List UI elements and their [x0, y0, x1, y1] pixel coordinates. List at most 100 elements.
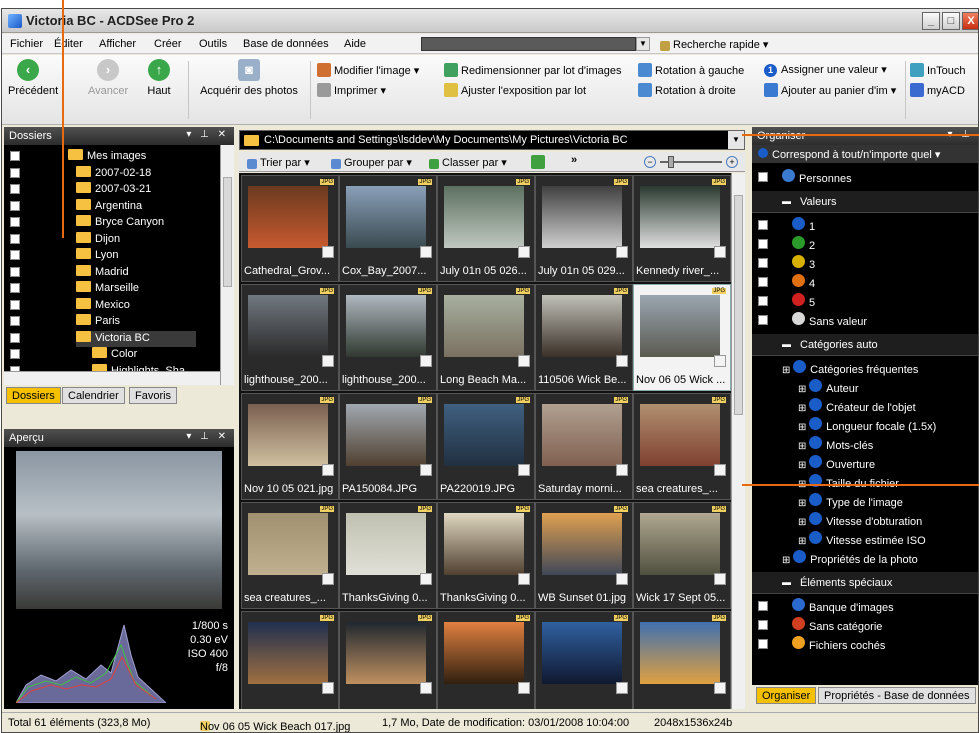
thumbnail-checkbox[interactable] [518, 246, 530, 258]
folder-checkbox[interactable] [10, 233, 20, 244]
close-button[interactable]: X [962, 12, 978, 30]
auto-category-item[interactable]: ⊞ Vitesse d'obturation [798, 512, 922, 530]
thumbnail-checkbox[interactable] [616, 573, 628, 585]
thumbnail[interactable]: JPG [437, 611, 535, 709]
auto-category-item[interactable]: ⊞ Taille du fichier [798, 474, 899, 492]
thumbnail[interactable]: JPG Cathedral_Grov... [241, 175, 339, 282]
folder-item[interactable]: 2007-03-21 [76, 182, 151, 198]
thumbnail[interactable]: JPG PA150084.JPG [339, 393, 437, 500]
people-item[interactable]: Personnes [782, 169, 852, 187]
frequent-categories[interactable]: ⊞ Catégories fréquentes [782, 360, 918, 378]
folder-checkbox[interactable] [10, 250, 20, 260]
folder-checkbox[interactable] [10, 167, 20, 178]
adjust-exposure-button[interactable]: Ajuster l'exposition par lot [444, 83, 586, 97]
folder-checkbox[interactable] [10, 266, 20, 277]
title-bar[interactable]: Victoria BC - ACDSee Pro 2 _ □ X [2, 9, 978, 33]
organize-checkbox[interactable] [758, 172, 768, 182]
thumbnail[interactable]: JPG 110506 Wick Be... [535, 284, 633, 391]
folder-checkbox[interactable] [10, 283, 20, 293]
classify-button[interactable]: Classer par ▾ [429, 156, 507, 169]
add-basket-button[interactable]: Ajouter au panier d'im ▾ [764, 83, 896, 97]
search-field[interactable] [421, 37, 636, 51]
rotate-left-button[interactable]: Rotation à gauche [638, 63, 744, 77]
thumbnail[interactable]: JPG sea creatures_... [241, 502, 339, 609]
thumbnail-checkbox[interactable] [714, 464, 726, 476]
thumbnail[interactable]: JPG [633, 611, 731, 709]
thumbnail-checkbox[interactable] [518, 464, 530, 476]
menu-fichier[interactable]: Fichier [10, 38, 43, 50]
rating-item[interactable]: 1 [792, 217, 815, 235]
rotate-right-button[interactable]: Rotation à droite [638, 83, 736, 97]
thumbnail[interactable]: JPG Cox_Bay_2007... [339, 175, 437, 282]
thumbnail[interactable]: JPG Wick 17 Sept 05... [633, 502, 731, 609]
folder-checkbox[interactable] [10, 316, 20, 326]
scroll-thumb[interactable] [223, 177, 232, 287]
up-button[interactable]: ↑ Haut [144, 59, 174, 97]
organize-checkbox[interactable] [758, 620, 768, 630]
match-filter[interactable]: Correspond à tout/n'importe quel ▾ [752, 145, 978, 163]
folder-checkbox[interactable] [10, 151, 20, 161]
thumbnail-checkbox[interactable] [616, 355, 628, 367]
rating-item[interactable]: 4 [792, 274, 815, 292]
expand-icon[interactable]: ⊞ [798, 460, 809, 471]
thumbnail-checkbox[interactable] [714, 682, 726, 694]
thumbnail-checkbox[interactable] [616, 464, 628, 476]
thumbnail-checkbox[interactable] [420, 464, 432, 476]
thumbnail-checkbox[interactable] [420, 573, 432, 585]
folder-checkbox[interactable] [10, 217, 20, 227]
folder-checkbox[interactable] [10, 200, 20, 211]
special-items-header[interactable]: ▬ Éléments spéciaux [752, 572, 978, 594]
organize-checkbox[interactable] [758, 220, 768, 230]
folder-tree[interactable]: Mes images 2007-02-18 2007-03-21 Argentina B… [4, 145, 234, 385]
thumbnail-checkbox[interactable] [322, 246, 334, 258]
auto-category-item[interactable]: ⊞ Auteur [798, 379, 859, 397]
tab-organiser[interactable]: Organiser [756, 687, 817, 704]
tree-scrollbar[interactable] [220, 145, 234, 385]
folders-panel-header[interactable]: Dossiers ▾ ⊥ ✕ [4, 127, 234, 145]
folder-item[interactable]: Paris [76, 314, 120, 330]
thumbnail-checkbox[interactable] [322, 573, 334, 585]
thumbnail[interactable]: JPG lighthouse_200... [339, 284, 437, 391]
auto-category-item[interactable]: ⊞ Type de l'image [798, 493, 903, 511]
special-item[interactable]: Fichiers cochés [792, 636, 885, 654]
expand-icon[interactable]: ⊞ [798, 384, 809, 395]
group-button[interactable]: Grouper par ▾ [331, 156, 412, 169]
thumbnail-checkbox[interactable] [322, 682, 334, 694]
menu-afficher[interactable]: Afficher [99, 38, 136, 50]
folder-item[interactable]: Madrid [76, 264, 129, 281]
modify-image-button[interactable]: Modifier l'image ▾ [317, 63, 419, 77]
folder-item[interactable]: Color [92, 347, 137, 363]
organize-panel-header[interactable]: Organiser ▾ ⊥ [752, 127, 978, 145]
rating-item[interactable]: 2 [792, 236, 815, 254]
auto-categories-header[interactable]: ▬ Catégories auto [752, 334, 978, 356]
panel-controls[interactable]: ▾ ⊥ ✕ [186, 431, 229, 442]
rating-item[interactable]: 3 [792, 255, 815, 273]
maximize-button[interactable]: □ [942, 12, 960, 30]
folder-item[interactable]: Mes images [68, 149, 146, 165]
assign-value-button[interactable]: 1 Assigner une valeur ▾ [764, 63, 887, 77]
thumbnail-checkbox[interactable] [420, 246, 432, 258]
search-dropdown-arrow[interactable]: ▼ [636, 37, 650, 51]
auto-category-item[interactable]: ⊞ Vitesse estimée ISO [798, 531, 926, 549]
zoom-out-icon[interactable]: − [644, 156, 656, 168]
thumbnail-checkbox[interactable] [616, 682, 628, 694]
auto-category-item[interactable]: ⊞ Mots-clés [798, 436, 873, 454]
folder-checkbox[interactable] [10, 349, 20, 359]
menu-base-de-donnees[interactable]: Base de données [243, 38, 329, 50]
folder-item[interactable]: Mexico [76, 297, 130, 314]
menu-aide[interactable]: Aide [344, 38, 366, 50]
back-button[interactable]: ‹ Précédent [8, 59, 58, 97]
thumbnail-checkbox[interactable] [714, 246, 726, 258]
path-bar[interactable]: C:\Documents and Settings\lsddev\My Docu… [239, 130, 745, 150]
expand-icon[interactable]: ⊞ [782, 365, 793, 376]
thumbnail[interactable]: JPG sea creatures_... [633, 393, 731, 500]
grid-scroll-thumb[interactable] [734, 195, 743, 415]
collapse-icon[interactable]: ▬ [782, 577, 791, 587]
thumbnail[interactable]: JPG Nov 10 05 021.jpg [241, 393, 339, 500]
expand-icon[interactable]: ⊞ [798, 441, 809, 452]
folder-checkbox[interactable] [10, 184, 20, 194]
grid-scrollbar[interactable] [731, 173, 745, 709]
auto-category-item[interactable]: ⊞ Créateur de l'objet [798, 398, 916, 416]
rating-item[interactable]: 5 [792, 293, 815, 311]
expand-icon[interactable]: ⊞ [798, 403, 809, 414]
